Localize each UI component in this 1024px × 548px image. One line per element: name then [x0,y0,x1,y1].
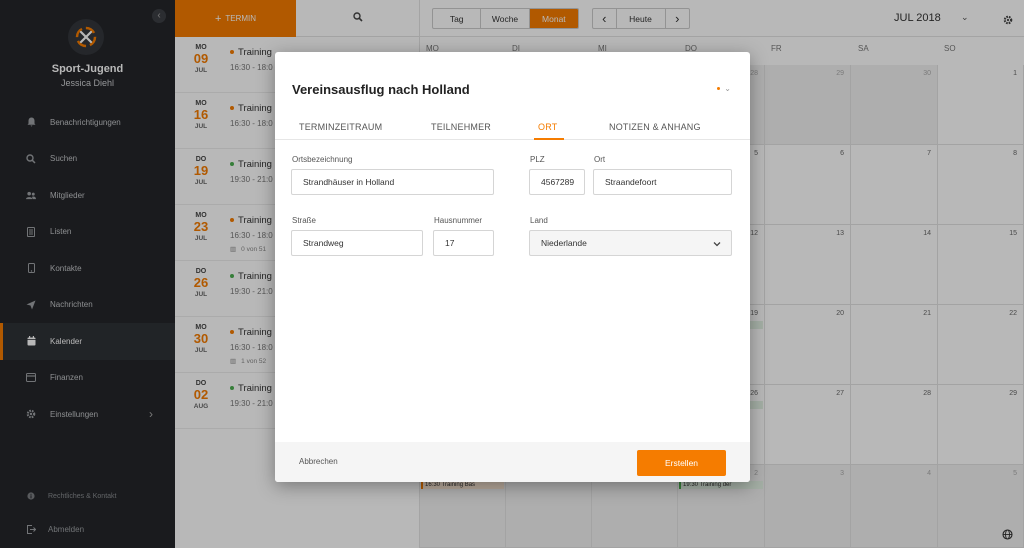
event-dialog: Vereinsausflug nach Holland ⌄ TERMINZEIT… [275,52,750,482]
strasse-field[interactable]: Strandweg [291,230,423,256]
plz-label: PLZ [530,155,545,164]
land-label: Land [530,216,548,225]
active-tab-indicator [534,138,564,140]
category-color-dot [717,87,721,90]
tab-ort[interactable]: ORT [538,122,557,132]
cancel-button[interactable]: Abbrechen [299,457,338,466]
chevron-down-icon: ⌄ [724,84,731,93]
ortsbezeichnung-field[interactable]: Strandhäuser in Holland [291,169,494,195]
dialog-title: Vereinsausflug nach Holland [292,82,470,97]
hausnummer-label: Hausnummer [434,216,483,225]
ort-label: Ort [594,155,606,164]
hausnummer-field[interactable]: 17 [433,230,494,256]
tab-notizen-anhang[interactable]: NOTIZEN & ANHANG [609,122,701,132]
tab-terminzeitraum[interactable]: TERMINZEITRAUM [299,122,382,132]
land-select[interactable]: Niederlande [529,230,732,256]
chevron-down-icon [713,239,721,249]
dialog-footer: Abbrechen Erstellen [275,442,750,482]
tab-teilnehmer[interactable]: TEILNEHMER [431,122,491,132]
land-select-value: Niederlande [541,238,587,248]
create-button[interactable]: Erstellen [637,450,726,476]
dialog-tabs: TERMINZEITRAUM TEILNEHMER ORT NOTIZEN & … [275,118,750,140]
category-selector[interactable]: ⌄ [717,84,731,93]
plz-field[interactable]: 4567289 [529,169,585,195]
ortsbezeichnung-label: Ortsbezeichnung [292,155,353,164]
ort-field[interactable]: Straandefoort [593,169,732,195]
strasse-label: Straße [292,216,317,225]
